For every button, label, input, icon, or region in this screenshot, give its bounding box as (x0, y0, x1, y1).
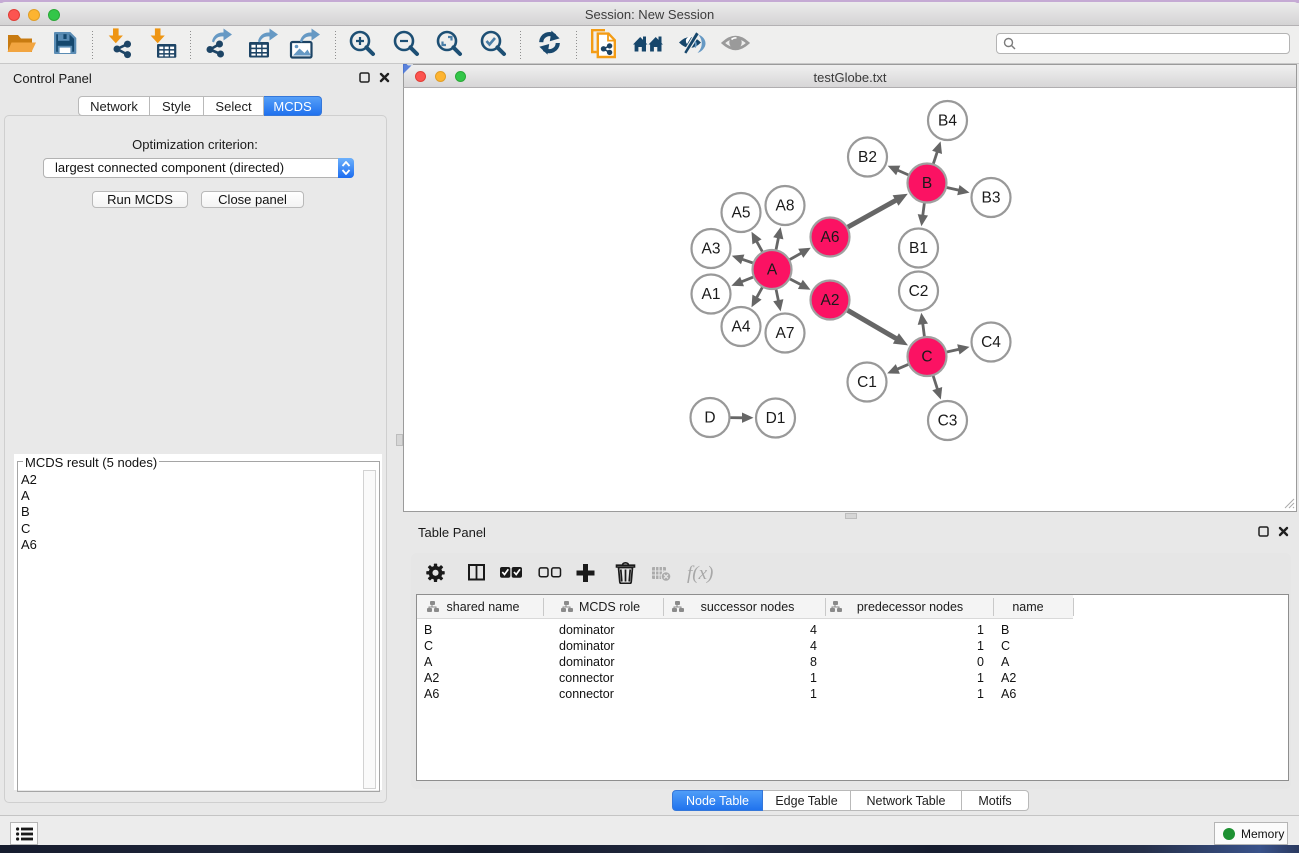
svg-text:B2: B2 (858, 149, 877, 166)
svg-text:A5: A5 (732, 205, 751, 222)
svg-text:A6: A6 (821, 229, 840, 246)
svg-text:C3: C3 (938, 413, 958, 430)
svg-text:B1: B1 (909, 240, 928, 257)
svg-text:A8: A8 (776, 198, 795, 215)
svg-text:A4: A4 (732, 319, 751, 336)
svg-text:C1: C1 (857, 374, 877, 391)
svg-text:D: D (704, 410, 715, 427)
svg-text:f(x): f(x) (687, 563, 713, 584)
svg-text:C2: C2 (909, 283, 929, 300)
svg-text:A7: A7 (776, 325, 795, 342)
svg-text:A1: A1 (702, 286, 721, 303)
svg-text:A: A (767, 262, 778, 279)
svg-text:C: C (921, 349, 932, 366)
svg-text:A3: A3 (702, 241, 721, 258)
svg-text:C4: C4 (981, 334, 1001, 351)
svg-text:D1: D1 (766, 410, 786, 427)
svg-text:B4: B4 (938, 113, 957, 130)
svg-text:B3: B3 (982, 190, 1001, 207)
svg-text:B: B (922, 175, 932, 192)
svg-text:A2: A2 (821, 292, 840, 309)
